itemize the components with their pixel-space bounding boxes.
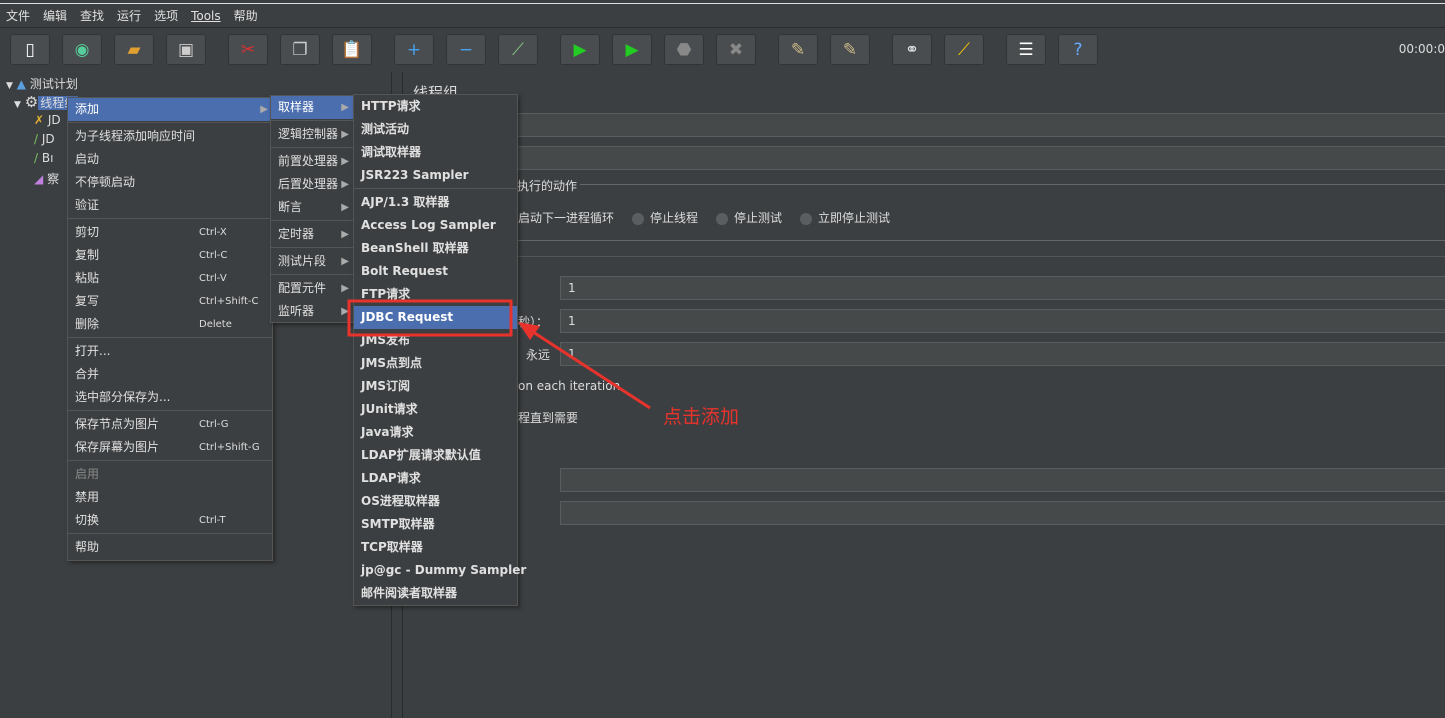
annotation-text: 点击添加 — [663, 406, 740, 428]
annotation-arrow — [529, 328, 651, 410]
arrow-head-icon — [518, 322, 540, 340]
highlight-box — [347, 299, 513, 337]
annotation-overlay — [347, 299, 651, 410]
